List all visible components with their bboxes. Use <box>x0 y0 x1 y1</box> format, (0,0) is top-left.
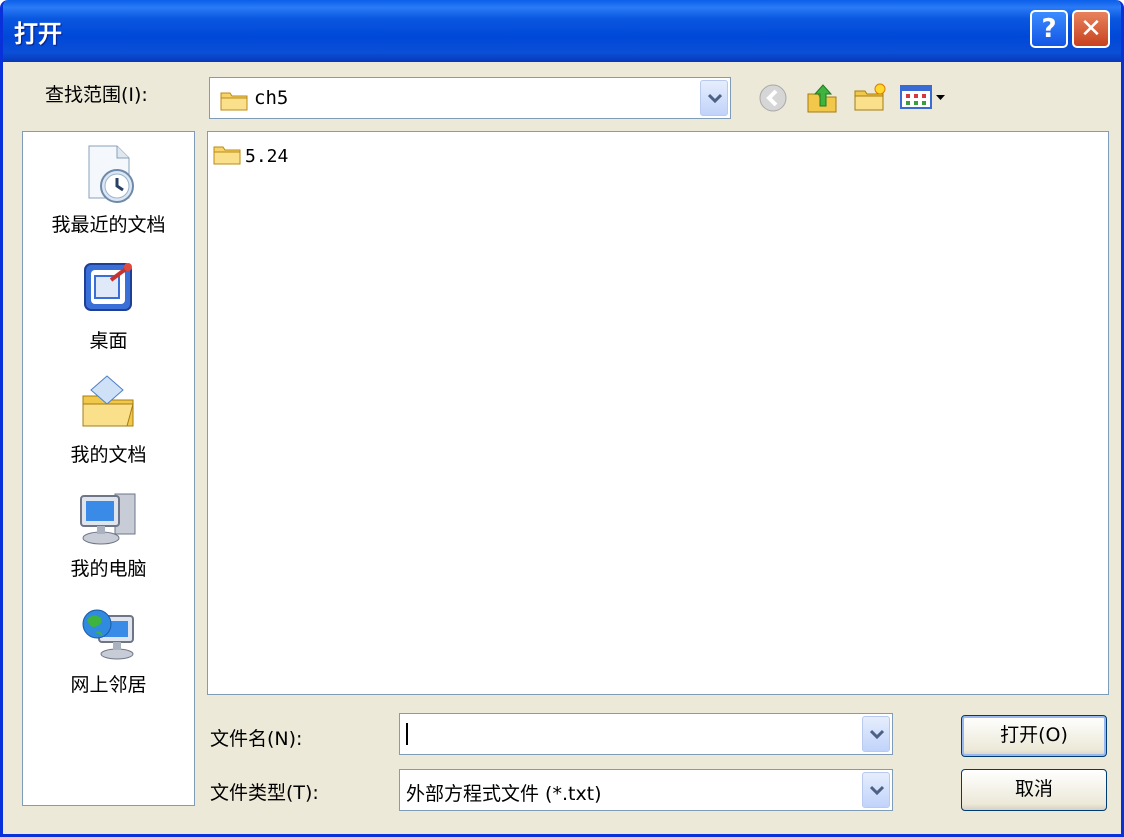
place-recent-documents[interactable]: 我最近的文档 <box>23 142 194 237</box>
place-label: 桌面 <box>89 330 128 352</box>
open-file-dialog: 打开 ? ✕ 查找范围(I): ch5 我最近的文档 桌面 我的文档 我的电脑 … <box>0 0 1124 837</box>
place-label: 我的文档 <box>70 444 147 466</box>
my-computer-icon <box>77 486 141 550</box>
look-in-dropdown[interactable]: ch5 <box>209 77 731 119</box>
place-label: 我最近的文档 <box>51 214 166 236</box>
filetype-dropdown[interactable]: 外部方程式文件 (*.txt) <box>399 769 893 811</box>
window-title: 打开 <box>14 20 62 48</box>
my-documents-icon <box>77 372 141 436</box>
place-my-documents[interactable]: 我的文档 <box>23 372 194 467</box>
file-list[interactable]: 5.24 <box>207 131 1109 695</box>
help-button[interactable]: ? <box>1030 10 1068 48</box>
network-places-icon <box>77 602 141 666</box>
up-folder-icon[interactable] <box>805 82 839 118</box>
chevron-down-icon[interactable] <box>700 80 728 116</box>
filename-label: 文件名(N): <box>210 728 303 750</box>
title-bar[interactable]: 打开 ? ✕ <box>3 0 1121 62</box>
place-network[interactable]: 网上邻居 <box>23 602 194 697</box>
back-icon[interactable] <box>757 82 789 118</box>
file-name: 5.24 <box>245 145 289 167</box>
cancel-button[interactable]: 取消 <box>961 769 1107 811</box>
recent-documents-icon <box>77 142 141 206</box>
place-desktop[interactable]: 桌面 <box>23 258 194 353</box>
close-button[interactable]: ✕ <box>1072 10 1110 48</box>
view-menu-icon[interactable] <box>899 82 949 116</box>
filetype-value: 外部方程式文件 (*.txt) <box>406 783 602 805</box>
list-item[interactable]: 5.24 <box>213 143 288 169</box>
chevron-down-icon[interactable] <box>862 772 890 808</box>
filename-input[interactable] <box>399 713 893 755</box>
filetype-label: 文件类型(T): <box>210 782 319 804</box>
folder-icon <box>213 143 241 169</box>
look-in-value: ch5 <box>254 87 289 109</box>
place-label: 我的电脑 <box>70 558 147 580</box>
look-in-label: 查找范围(I): <box>45 84 148 106</box>
new-folder-icon[interactable] <box>853 82 887 118</box>
folder-icon <box>220 89 248 115</box>
chevron-down-icon[interactable] <box>862 716 890 752</box>
open-button[interactable]: 打开(O) <box>961 715 1107 757</box>
text-caret <box>406 723 408 745</box>
place-my-computer[interactable]: 我的电脑 <box>23 486 194 581</box>
places-bar: 我最近的文档 桌面 我的文档 我的电脑 网上邻居 <box>22 131 195 806</box>
place-label: 网上邻居 <box>70 674 147 696</box>
desktop-icon <box>77 258 141 322</box>
